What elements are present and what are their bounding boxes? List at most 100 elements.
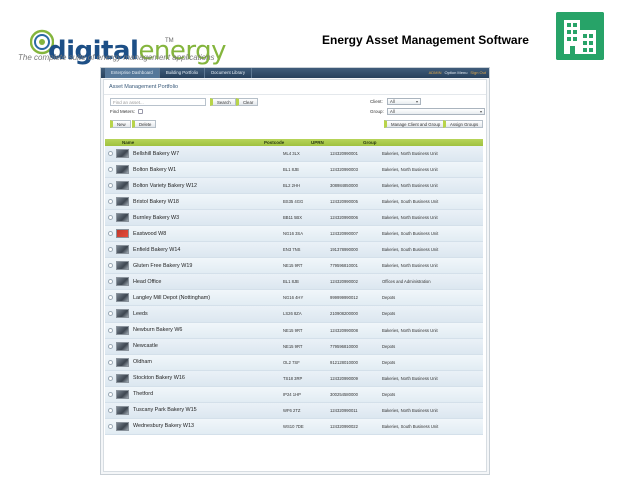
asset-group: Depots bbox=[382, 295, 396, 301]
asset-postcode: WF6 2TZ bbox=[283, 407, 301, 413]
asset-table: Name Postcode UPRN Group Bellshill Baker… bbox=[105, 139, 483, 435]
group-label: Group: bbox=[370, 109, 384, 114]
tab-enterprise-dashboard[interactable]: Enterprise Dashboard bbox=[105, 68, 160, 78]
table-row[interactable]: Oldham OL2 7SF 912128010000 Depots bbox=[105, 354, 483, 371]
row-radio[interactable] bbox=[108, 199, 113, 205]
asset-group: Bakeries, North Business Unit bbox=[382, 167, 438, 173]
table-header: Name Postcode UPRN Group bbox=[105, 139, 483, 146]
asset-name: Thetford bbox=[133, 391, 154, 398]
new-button[interactable]: New bbox=[110, 120, 131, 128]
assign-groups-button[interactable]: Assign Groups bbox=[443, 120, 484, 128]
row-radio[interactable] bbox=[108, 327, 113, 333]
asset-group: Offices and Administration bbox=[382, 279, 431, 285]
asset-thumbnail bbox=[116, 373, 129, 383]
row-radio[interactable] bbox=[108, 359, 113, 365]
asset-group: Bakeries, North Business Unit bbox=[382, 263, 438, 269]
table-row[interactable]: Leeds LS26 8ZA 210908200000 Depots bbox=[105, 306, 483, 323]
table-row[interactable]: Gluten Free Bakery W19 NE15 9RT 7795968100… bbox=[105, 258, 483, 275]
asset-uprn: 300254580000 bbox=[330, 391, 358, 397]
asset-thumbnail bbox=[116, 245, 129, 255]
table-row[interactable]: Bristol Bakery W18 BS35 4GG 124320990005 Ba… bbox=[105, 194, 483, 211]
header-postcode[interactable]: Postcode bbox=[264, 139, 311, 146]
asset-uprn: 912128010000 bbox=[330, 359, 358, 365]
row-radio[interactable] bbox=[108, 407, 113, 413]
asset-group: Bakeries, North Business Unit bbox=[382, 327, 438, 333]
trademark: TM bbox=[165, 38, 174, 44]
table-row[interactable]: Newcastle NE15 9RT 779596810000 Depots bbox=[105, 338, 483, 355]
table-row[interactable]: Eastwood W8 NG16 3SA 124320990007 Bakeries,… bbox=[105, 226, 483, 243]
client-select[interactable]: All ▾ bbox=[387, 98, 421, 105]
row-radio[interactable] bbox=[108, 279, 113, 285]
asset-uprn: 124320990003 bbox=[330, 167, 358, 173]
find-meters-checkbox[interactable] bbox=[138, 109, 143, 114]
asset-group: Depots bbox=[382, 359, 396, 365]
group-select[interactable]: All ▾ bbox=[387, 108, 485, 115]
asset-name: Bolton Variety Bakery W12 bbox=[133, 182, 198, 189]
asset-name: Bolton Bakery W1 bbox=[133, 166, 177, 173]
asset-postcode: BL1 8JB bbox=[283, 167, 299, 173]
asset-postcode: ML4 3LX bbox=[283, 151, 300, 157]
search-button[interactable]: Search bbox=[210, 98, 236, 106]
asset-postcode: NG16 3SA bbox=[283, 231, 304, 237]
table-row[interactable]: Newburn Bakery W6 NE15 9RT 124320990008 Bak… bbox=[105, 322, 483, 339]
table-row[interactable]: Bolton Bakery W1 BL1 8JB 124320990003 Baker… bbox=[105, 162, 483, 179]
asset-name: Gluten Free Bakery W19 bbox=[133, 262, 193, 269]
asset-group: Bakeries, South Business Unit bbox=[382, 231, 439, 237]
header-name[interactable]: Name bbox=[105, 139, 264, 146]
admin-link[interactable]: ADMIN bbox=[429, 68, 442, 78]
asset-postcode: BL1 8JB bbox=[283, 279, 299, 285]
tab-building-portfolio[interactable]: Building Portfolio bbox=[160, 68, 206, 78]
sign-out-link[interactable]: Sign Out bbox=[470, 68, 486, 78]
asset-uprn: 124320990009 bbox=[330, 375, 358, 381]
manage-client-group-button[interactable]: Manage Client and Group bbox=[384, 120, 446, 128]
asset-uprn: 124320990007 bbox=[330, 231, 358, 237]
asset-name: Oldham bbox=[133, 359, 152, 366]
asset-name: Leeds bbox=[133, 310, 148, 317]
row-radio[interactable] bbox=[108, 343, 113, 349]
table-row[interactable]: Langley Mill Depot (Nottingham) NG16 4HY 9… bbox=[105, 290, 483, 307]
asset-group: Depots bbox=[382, 311, 396, 317]
row-radio[interactable] bbox=[108, 167, 113, 173]
asset-thumbnail bbox=[116, 325, 129, 335]
table-row[interactable]: Burnley Bakery W3 BB11 5BX 124320990006 Bak… bbox=[105, 210, 483, 227]
row-radio[interactable] bbox=[108, 423, 113, 429]
row-radio[interactable] bbox=[108, 247, 113, 253]
row-radio[interactable] bbox=[108, 151, 113, 157]
table-row[interactable]: Stockton Bakery W16 TS18 3RP 124320990009 B… bbox=[105, 370, 483, 387]
client-label: Client: bbox=[370, 99, 383, 104]
top-nav: Enterprise Dashboard Building Portfolio … bbox=[101, 68, 489, 78]
table-row[interactable]: Thetford IP24 1HP 300254580000 Depots bbox=[105, 386, 483, 403]
header-uprn[interactable]: UPRN bbox=[311, 139, 363, 146]
asset-thumbnail bbox=[116, 389, 129, 399]
row-radio[interactable] bbox=[108, 391, 113, 397]
panel-title: Asset Management Portfolio bbox=[104, 80, 486, 95]
row-radio[interactable] bbox=[108, 311, 113, 317]
asset-name: Tuscany Park Bakery W15 bbox=[133, 407, 197, 414]
row-radio[interactable] bbox=[108, 263, 113, 269]
table-row[interactable]: Enfield Bakery W14 EN3 7NS 191378990000 Bak… bbox=[105, 242, 483, 259]
delete-button[interactable]: Delete bbox=[132, 120, 157, 128]
table-row[interactable]: Bellshill Bakery W7 ML4 3LX 124320990001 Ba… bbox=[105, 146, 483, 163]
table-row[interactable]: Head Office BL1 8JB 124320990002 Offices an… bbox=[105, 274, 483, 291]
table-row[interactable]: Tuscany Park Bakery W15 WF6 2TZ 1243209900… bbox=[105, 402, 483, 419]
header-group[interactable]: Group bbox=[363, 139, 483, 146]
chevron-down-icon: ▾ bbox=[415, 99, 418, 104]
asset-name: Burnley Bakery W3 bbox=[133, 214, 180, 221]
table-row[interactable]: Wednesbury Bakery W13 WS10 7DE 12432099002… bbox=[105, 418, 483, 435]
asset-group: Bakeries, South Business Unit bbox=[382, 247, 439, 253]
tagline: The complete suite of energy management … bbox=[18, 53, 215, 62]
search-input[interactable]: Find an asset... bbox=[110, 98, 206, 106]
client-select-value: All bbox=[390, 99, 395, 104]
row-radio[interactable] bbox=[108, 295, 113, 301]
tab-document-library[interactable]: Document Library bbox=[205, 68, 252, 78]
table-row[interactable]: Bolton Variety Bakery W12 BL2 2HH 30898485… bbox=[105, 178, 483, 195]
asset-postcode: BS35 4GG bbox=[283, 199, 304, 205]
row-radio[interactable] bbox=[108, 375, 113, 381]
row-radio[interactable] bbox=[108, 231, 113, 237]
row-radio[interactable] bbox=[108, 183, 113, 189]
row-radio[interactable] bbox=[108, 215, 113, 221]
asset-name: Eastwood W8 bbox=[133, 230, 167, 237]
clear-button[interactable]: Clear bbox=[236, 98, 259, 106]
option-menu-link[interactable]: Option Menu bbox=[445, 68, 468, 78]
filter-bar: Find an asset... Search Clear Find Meter… bbox=[104, 95, 486, 119]
